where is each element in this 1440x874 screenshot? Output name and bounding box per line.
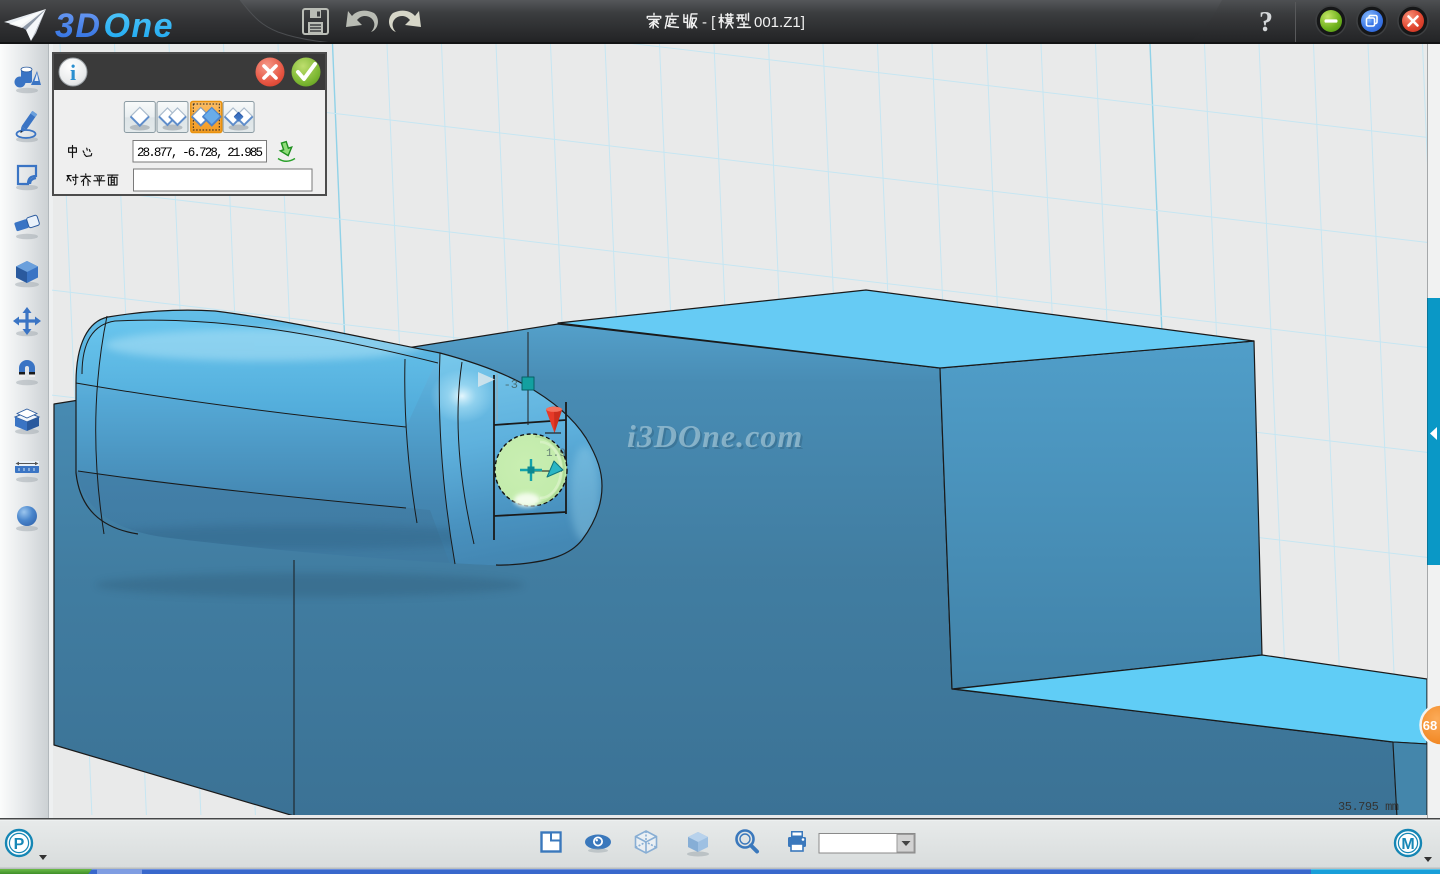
- svg-text:-3: -3: [504, 378, 518, 392]
- svg-text:3DOne: 3DOne: [55, 7, 174, 44]
- svg-text:M: M: [1401, 836, 1414, 853]
- svg-text:35.795 mm: 35.795 mm: [1338, 800, 1399, 814]
- svg-text:i3DOne.com: i3DOne.com: [627, 418, 803, 454]
- svg-text:P: P: [14, 836, 25, 853]
- svg-text:?: ?: [1259, 7, 1273, 38]
- svg-text:- [: - [: [702, 14, 716, 31]
- svg-text:1.9: 1.9: [546, 448, 566, 460]
- svg-text:28.877, -6.728, 21.985: 28.877, -6.728, 21.985: [137, 146, 263, 160]
- svg-text:68: 68: [1423, 718, 1437, 733]
- svg-text:001.Z1]: 001.Z1]: [754, 14, 805, 31]
- svg-text:i: i: [70, 60, 76, 85]
